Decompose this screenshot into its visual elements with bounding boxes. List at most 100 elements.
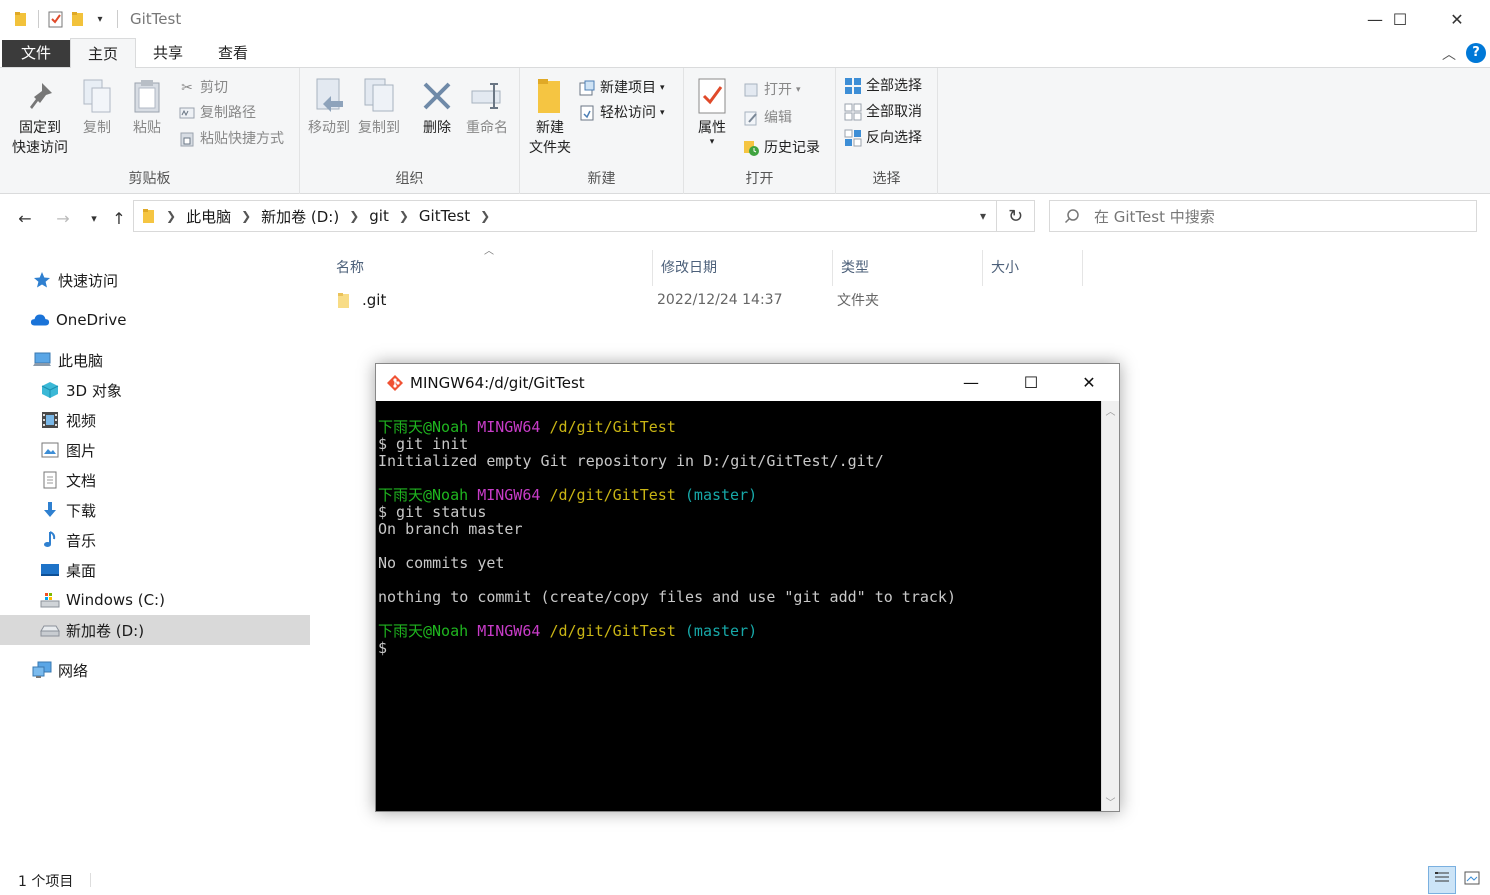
sidebar-item-label: 文档 <box>66 471 97 490</box>
move-to-icon <box>309 76 349 116</box>
refresh-button[interactable]: ↻ <box>997 200 1035 232</box>
sidebar-item-pictures[interactable]: 图片 <box>0 435 310 465</box>
copy-label: 复制 <box>83 120 111 136</box>
scroll-down-icon[interactable]: ﹀ <box>1102 794 1119 809</box>
sidebar-item-desktop[interactable]: 桌面 <box>0 555 310 585</box>
sidebar-item-label: 3D 对象 <box>66 381 122 400</box>
breadcrumb-this-pc[interactable]: 此电脑 <box>186 206 231 227</box>
sidebar-item-this-pc[interactable]: 此电脑 <box>0 345 310 375</box>
invert-selection-icon <box>844 129 862 147</box>
terminal-output[interactable]: 下雨天@Noah MINGW64 /d/git/GitTest $ git ini… <box>376 401 1101 811</box>
paste-shortcut-button[interactable]: 粘贴快捷方式 <box>178 127 284 151</box>
sidebar-item-network[interactable]: 网络 <box>0 655 310 685</box>
column-header-modified[interactable]: 修改日期 <box>653 250 833 286</box>
tab-view[interactable]: 查看 <box>200 38 266 68</box>
select-group-label: 选择 <box>872 171 901 187</box>
collapse-ribbon-icon[interactable]: ︿ <box>1442 44 1456 64</box>
select-none-button[interactable]: 全部取消 <box>844 100 922 124</box>
details-view-button[interactable] <box>1428 866 1456 894</box>
pin-label-2: 快速访问 <box>12 140 68 156</box>
select-all-button[interactable]: 全部选择 <box>844 74 922 98</box>
sidebar-item-documents[interactable]: 文档 <box>0 465 310 495</box>
chevron-right-icon[interactable]: ❯ <box>241 209 251 223</box>
output-line: No commits yet <box>378 554 505 572</box>
terminal-scrollbar[interactable]: ︿ ﹀ <box>1101 401 1119 811</box>
move-to-button[interactable]: 移动到 <box>306 76 352 138</box>
copy-button[interactable]: 复制 <box>74 76 120 138</box>
refresh-icon: ↻ <box>1007 205 1024 227</box>
back-button[interactable]: ← <box>14 206 36 230</box>
tab-home[interactable]: 主页 <box>70 38 136 69</box>
invert-selection-button[interactable]: 反向选择 <box>844 126 922 150</box>
up-button[interactable]: ↑ <box>108 206 130 230</box>
column-header-name[interactable]: 名称 <box>328 250 653 286</box>
table-row[interactable]: .git 2022/12/24 14:37 文件夹 <box>336 286 1096 314</box>
cut-button-row[interactable]: ✂ 剪切 <box>178 76 228 100</box>
edit-icon <box>742 109 760 127</box>
open-button[interactable]: 打开 ▾ <box>742 78 801 102</box>
sidebar-item-videos[interactable]: 视频 <box>0 405 310 435</box>
copy-to-button[interactable]: 复制到 <box>356 76 402 138</box>
customize-toolbar-icon[interactable]: ▾ <box>89 8 111 30</box>
chevron-right-icon[interactable]: ❯ <box>480 209 490 223</box>
chevron-right-icon[interactable]: ❯ <box>399 209 409 223</box>
film-icon <box>40 410 60 430</box>
edit-button[interactable]: 编辑 <box>742 106 792 130</box>
sidebar-item-3d-objects[interactable]: 3D 对象 <box>0 375 310 405</box>
easy-access-button[interactable]: 轻松访问 ▾ <box>578 101 665 125</box>
new-item-button[interactable]: 新建项目 ▾ <box>578 76 665 100</box>
terminal-close-button[interactable]: ✕ <box>1060 364 1118 401</box>
close-button[interactable]: ✕ <box>1434 0 1480 38</box>
properties-icon <box>692 76 732 116</box>
paste-button[interactable]: 粘贴 <box>124 76 170 138</box>
address-history-dropdown-icon[interactable]: ▾ <box>980 209 986 223</box>
sidebar-item-drive-c[interactable]: Windows (C:) <box>0 585 310 615</box>
terminal-minimize-button[interactable]: — <box>942 364 1000 401</box>
breadcrumb-gittest[interactable]: GitTest <box>419 207 470 225</box>
address-bar[interactable]: ❯ 此电脑 ❯ 新加卷 (D:) ❯ git ❯ GitTest ❯ ▾ <box>133 200 997 232</box>
terminal-titlebar[interactable]: MINGW64:/d/git/GitTest — ☐ ✕ <box>376 364 1119 401</box>
close-icon: ✕ <box>1082 373 1096 392</box>
rename-button[interactable]: 重命名 <box>464 76 510 138</box>
organize-group: 移动到 复制到 删除 重命名 组织 <box>300 68 520 194</box>
new-item-label: 新建项目 <box>600 80 656 96</box>
terminal-window[interactable]: MINGW64:/d/git/GitTest — ☐ ✕ 下雨天@Noah MI… <box>375 363 1120 812</box>
forward-button[interactable]: → <box>52 206 74 230</box>
sidebar-item-downloads[interactable]: 下载 <box>0 495 310 525</box>
help-icon[interactable]: ? <box>1466 43 1486 63</box>
sidebar-item-quick-access[interactable]: 快速访问 <box>0 265 310 295</box>
new-folder-button[interactable]: 新建 文件夹 <box>524 76 576 158</box>
pin-icon <box>20 76 60 116</box>
sidebar-item-music[interactable]: 音乐 <box>0 525 310 555</box>
sidebar-item-onedrive[interactable]: OneDrive <box>0 305 310 335</box>
pin-to-quick-access-button[interactable]: 固定到 快速访问 <box>8 76 72 158</box>
breadcrumb-drive-d[interactable]: 新加卷 (D:) <box>261 206 339 227</box>
properties-icon[interactable] <box>45 8 67 30</box>
breadcrumb-git[interactable]: git <box>369 207 389 225</box>
copy-path-button[interactable]: 复制路径 <box>178 101 256 125</box>
column-header-type[interactable]: 类型 <box>833 250 983 286</box>
search-input[interactable]: 在 GitTest 中搜索 <box>1049 200 1477 232</box>
new-folder-icon[interactable] <box>67 8 89 30</box>
move-to-label: 移动到 <box>308 120 350 136</box>
sidebar-item-drive-d[interactable]: 新加卷 (D:) <box>0 615 310 645</box>
download-icon <box>40 500 60 520</box>
column-header-size[interactable]: 大小 <box>983 250 1083 286</box>
large-icons-view-button[interactable] <box>1458 866 1486 894</box>
properties-button[interactable]: 属性 ▾ <box>690 76 734 147</box>
sidebar-item-label: Windows (C:) <box>66 591 165 609</box>
tab-file[interactable]: 文件 <box>2 40 70 67</box>
terminal-maximize-button[interactable]: ☐ <box>1002 364 1060 401</box>
delete-button[interactable]: 删除 <box>414 76 460 138</box>
history-button[interactable]: 历史记录 <box>742 136 820 160</box>
tab-share[interactable]: 共享 <box>136 38 200 68</box>
output-line: Initialized empty Git repository in D:/g… <box>378 452 884 470</box>
back-arrow-icon: ← <box>18 208 32 228</box>
cut-label: 剪切 <box>200 80 228 96</box>
chevron-right-icon[interactable]: ❯ <box>349 209 359 223</box>
new-folder-label-1: 新建 <box>536 120 564 136</box>
recent-locations-button[interactable]: ▾ <box>83 206 105 230</box>
maximize-button[interactable]: ☐ <box>1377 0 1423 38</box>
output-line: On branch master <box>378 520 523 538</box>
scroll-up-icon[interactable]: ︿ <box>1102 403 1119 418</box>
